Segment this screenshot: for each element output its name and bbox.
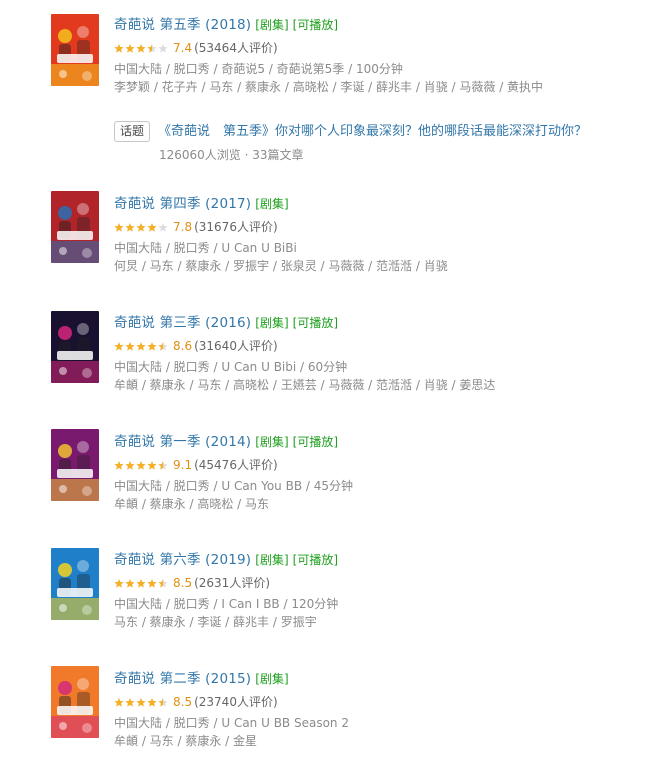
title-line: 奇葩说 第四季 (2017) [剧集]: [114, 193, 646, 213]
rating-line: 7.4 (53464人评价): [114, 39, 646, 57]
tag-playable[interactable]: [可播放]: [293, 316, 338, 330]
rating-stars-icon: [114, 578, 169, 589]
topic-title-link[interactable]: 《奇葩说 第五季》你对哪个人印象最深刻？他的哪段话最能深深打动你？: [158, 121, 587, 142]
rating-line: 7.8 (31676人评价): [114, 218, 646, 236]
rating-score: 7.4: [173, 41, 193, 55]
rating-line: 9.1 (45476人评价): [114, 456, 646, 474]
result-title-link[interactable]: 奇葩说 第五季 (2018): [114, 17, 251, 33]
topic-stats: 126060人浏览 · 33篇文章: [159, 148, 304, 162]
tag-playable[interactable]: [可播放]: [293, 18, 338, 32]
poster-image[interactable]: [51, 666, 99, 738]
title-line: 奇葩说 第六季 (2019) [剧集] [可播放]: [114, 549, 646, 569]
result-meta-cast: 牟頔 / 蔡康永 / 马东 / 高晓松 / 王嬿芸 / 马薇薇 / 范湉湉 / …: [114, 378, 496, 392]
tag-playable[interactable]: [可播放]: [293, 435, 338, 449]
tag-series: [剧集]: [255, 18, 289, 32]
tag-series: [剧集]: [255, 435, 289, 449]
result-meta-genres: 中国大陆 / 脱口秀 / U Can You BB / 45分钟: [114, 479, 353, 493]
tag-series: [剧集]: [255, 316, 289, 330]
title-line: 奇葩说 第二季 (2015) [剧集]: [114, 668, 646, 688]
rating-votes: (45476人评价): [194, 458, 278, 472]
result-meta-genres: 中国大陆 / 脱口秀 / I Can I BB / 120分钟: [114, 597, 339, 611]
result-title-link[interactable]: 奇葩说 第一季 (2014): [114, 434, 251, 450]
rating-votes: (31676人评价): [194, 220, 278, 234]
result-meta-cast: 牟頔 / 蔡康永 / 高晓松 / 马东: [114, 497, 270, 511]
rating-score: 8.5: [173, 695, 193, 709]
rating-stars-icon: [114, 697, 169, 708]
result-meta-genres: 中国大陆 / 脱口秀 / U Can U BB Season 2: [114, 716, 349, 730]
result-title-link[interactable]: 奇葩说 第三季 (2016): [114, 315, 251, 331]
poster-image[interactable]: [51, 191, 99, 263]
result-title-link[interactable]: 奇葩说 第二季 (2015): [114, 671, 251, 687]
title-line: 奇葩说 第三季 (2016) [剧集] [可播放]: [114, 312, 646, 332]
poster-image[interactable]: [51, 311, 99, 383]
rating-score: 7.8: [173, 220, 193, 234]
result-meta-cast: 何炅 / 马东 / 蔡康永 / 罗振宇 / 张泉灵 / 马薇薇 / 范湉湉 / …: [114, 259, 448, 273]
rating-line: 8.5 (23740人评价): [114, 693, 646, 711]
result-meta-cast: 李梦颖 / 花子卉 / 马东 / 蔡康永 / 高晓松 / 李诞 / 薛兆丰 / …: [114, 80, 544, 94]
tag-playable[interactable]: [可播放]: [293, 553, 338, 567]
title-line: 奇葩说 第一季 (2014) [剧集] [可播放]: [114, 431, 646, 451]
result-meta-genres: 中国大陆 / 脱口秀 / U Can U BiBi: [114, 241, 297, 255]
rating-score: 8.5: [173, 576, 193, 590]
rating-votes: (31640人评价): [194, 339, 278, 353]
rating-stars-icon: [114, 43, 169, 54]
rating-votes: (23740人评价): [194, 695, 278, 709]
rating-score: 9.1: [173, 458, 193, 472]
rating-votes: (53464人评价): [194, 41, 278, 55]
result-meta-genres: 中国大陆 / 脱口秀 / U Can U Bibi / 60分钟: [114, 360, 348, 374]
tag-series: [剧集]: [255, 553, 289, 567]
rating-stars-icon: [114, 341, 169, 352]
rating-line: 8.5 (2631人评价): [114, 574, 646, 592]
tag-series: [剧集]: [255, 672, 289, 686]
tag-series: [剧集]: [255, 197, 289, 211]
topic-badge[interactable]: 话题: [114, 121, 151, 142]
rating-stars-icon: [114, 222, 169, 233]
rating-line: 8.6 (31640人评价): [114, 337, 646, 355]
result-meta-cast: 牟頔 / 马东 / 蔡康永 / 金星: [114, 734, 258, 748]
rating-votes: (2631人评价): [194, 576, 270, 590]
result-title-link[interactable]: 奇葩说 第四季 (2017): [114, 196, 251, 212]
result-meta-cast: 马东 / 蔡康永 / 李诞 / 薛兆丰 / 罗振宇: [114, 615, 317, 629]
result-title-link[interactable]: 奇葩说 第六季 (2019): [114, 552, 251, 568]
topic-block: 话题 《奇葩说 第五季》你对哪个人印象最深刻？他的哪段话最能深深打动你？ 1260…: [114, 121, 644, 163]
title-line: 奇葩说 第五季 (2018) [剧集] [可播放]: [114, 14, 646, 34]
poster-image[interactable]: [51, 429, 99, 501]
rating-stars-icon: [114, 460, 169, 471]
result-meta-genres: 中国大陆 / 脱口秀 / 奇葩说5 / 奇葩说第5季 / 100分钟: [114, 62, 403, 76]
poster-image[interactable]: [51, 548, 99, 620]
rating-score: 8.6: [173, 339, 193, 353]
poster-image[interactable]: [51, 14, 99, 86]
